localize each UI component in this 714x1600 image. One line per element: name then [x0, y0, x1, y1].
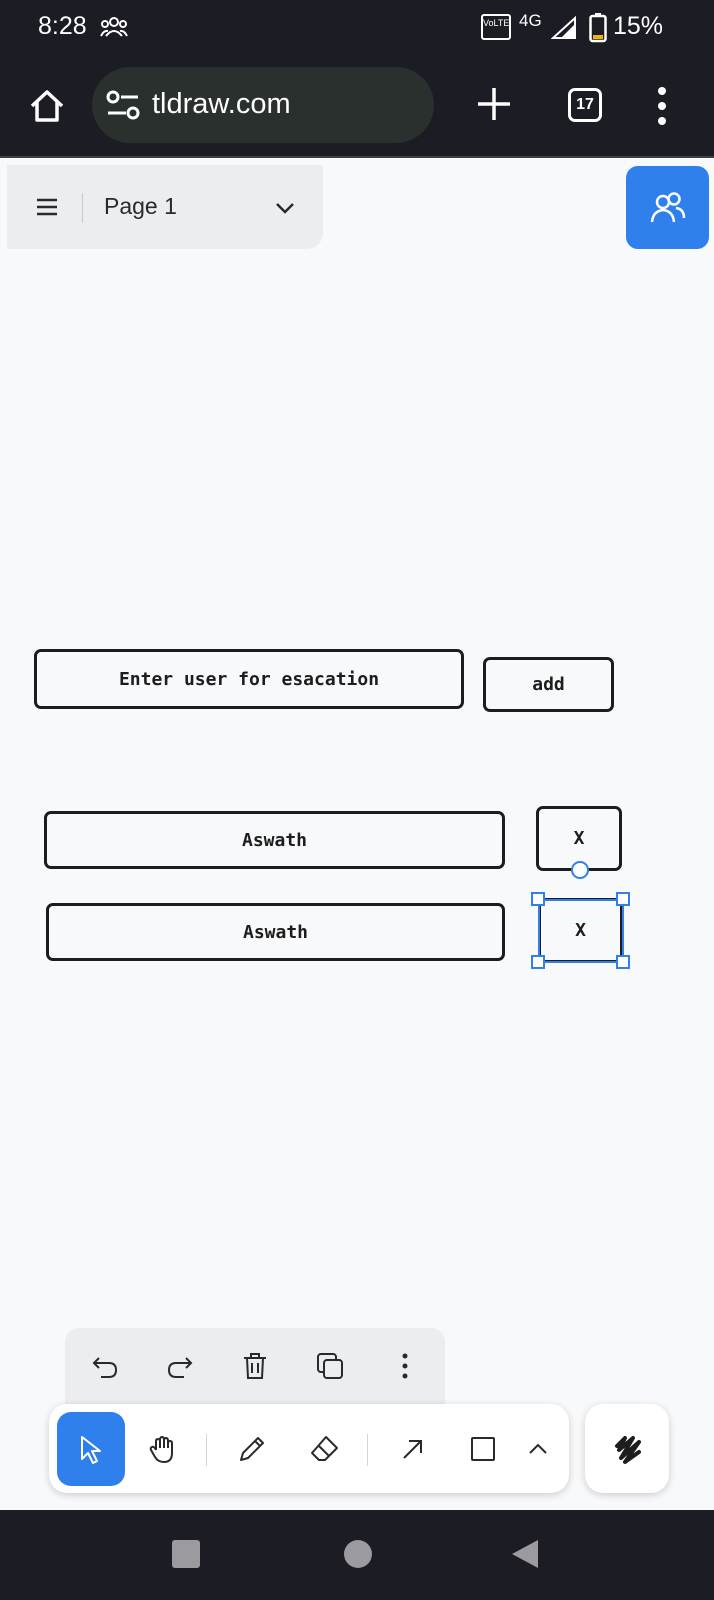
trash-icon[interactable]	[239, 1350, 271, 1382]
tool-bar	[49, 1404, 569, 1493]
status-time: 8:28	[38, 12, 87, 40]
resize-handle-top-right[interactable]	[616, 892, 630, 906]
hand-icon	[149, 1436, 173, 1463]
share-button[interactable]	[626, 166, 709, 249]
browser-toolbar: tldraw.com 17	[0, 55, 714, 158]
quick-actions-bar	[65, 1328, 445, 1408]
rotation-handle[interactable]	[571, 861, 589, 879]
battery-icon	[589, 13, 607, 47]
resize-handle-bottom-left[interactable]	[531, 955, 545, 969]
input-box-shape[interactable]: Enter user for esacation	[34, 649, 464, 709]
style-panel-button[interactable]	[585, 1404, 669, 1493]
overflow-menu-icon[interactable]	[652, 85, 672, 127]
eraser-tool[interactable]	[290, 1412, 358, 1486]
resize-handle-top-left[interactable]	[531, 892, 545, 906]
volte-icon: VoLTE	[481, 14, 511, 40]
more-tools-button[interactable]	[504, 1412, 572, 1486]
url-text[interactable]: tldraw.com	[152, 88, 291, 121]
select-tool[interactable]	[57, 1412, 125, 1486]
status-bar: 8:28 VoLTE 4G 15%	[0, 0, 714, 55]
signal-icon	[550, 15, 577, 44]
eraser-icon	[311, 1436, 338, 1461]
network-type: 4G	[519, 11, 542, 30]
name-row-shape[interactable]: Aswath	[46, 903, 505, 961]
main-menu-icon[interactable]	[29, 190, 65, 224]
more-icon[interactable]	[389, 1350, 421, 1382]
name-row-shape[interactable]: Aswath	[44, 811, 505, 869]
back-icon[interactable]	[510, 1538, 540, 1574]
duplicate-icon[interactable]	[314, 1350, 346, 1382]
undo-icon[interactable]	[89, 1350, 121, 1382]
page-name[interactable]: Page 1	[104, 193, 177, 220]
site-settings-icon[interactable]	[106, 89, 140, 125]
selection-outline	[538, 899, 624, 963]
arrow-tool[interactable]	[379, 1412, 447, 1486]
divider	[367, 1434, 368, 1466]
chevron-down-icon[interactable]	[272, 195, 298, 221]
tab-switcher-icon[interactable]: 17	[568, 88, 602, 122]
home-nav-icon[interactable]	[344, 1540, 372, 1568]
divider	[82, 193, 83, 223]
url-bar[interactable]: tldraw.com	[92, 67, 434, 143]
people-icon	[100, 16, 128, 42]
style-scribble-icon	[615, 1436, 641, 1464]
draw-tool[interactable]	[218, 1412, 286, 1486]
system-nav-bar	[0, 1510, 714, 1600]
select-icon	[81, 1436, 101, 1464]
home-icon[interactable]	[27, 86, 67, 126]
battery-percent: 15%	[613, 12, 664, 40]
rectangle-icon	[471, 1437, 495, 1461]
chevron-up-icon	[529, 1443, 547, 1454]
resize-handle-bottom-right[interactable]	[616, 955, 630, 969]
arrow-icon	[403, 1440, 422, 1459]
people-icon	[650, 192, 686, 223]
redo-icon[interactable]	[164, 1350, 196, 1382]
page-menu: Page 1	[7, 165, 323, 249]
recents-icon[interactable]	[172, 1540, 200, 1568]
divider	[206, 1434, 207, 1466]
pencil-icon	[240, 1437, 264, 1461]
new-tab-icon[interactable]	[473, 83, 515, 125]
hand-tool[interactable]	[129, 1412, 197, 1486]
add-button-shape[interactable]: add	[483, 657, 614, 712]
